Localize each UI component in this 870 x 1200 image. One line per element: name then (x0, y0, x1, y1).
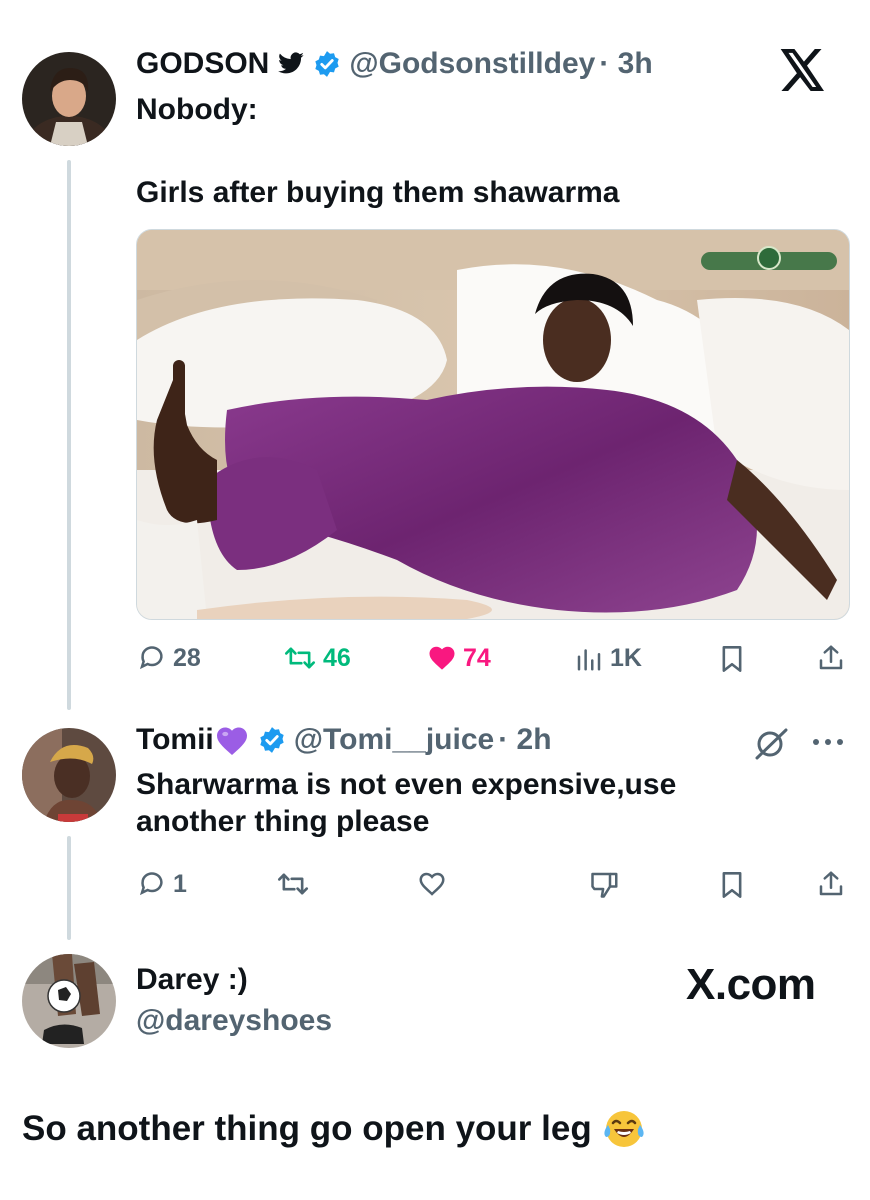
reply-bookmark-button[interactable] (719, 871, 745, 899)
avatar-godson[interactable] (22, 52, 116, 146)
grok-icon[interactable] (752, 726, 790, 760)
thread-line-2 (67, 836, 71, 940)
reply-dislike-button[interactable] (588, 869, 622, 899)
avatar-darey[interactable] (22, 954, 116, 1048)
bottom-reply-text: So another thing go open your leg (22, 1109, 592, 1148)
thread-line (67, 160, 71, 710)
x-dot-com-label: X.com (686, 960, 816, 1010)
display-name[interactable]: GODSON (136, 47, 269, 81)
views-button[interactable]: 1K (574, 643, 642, 673)
reply-reply-button[interactable]: 1 (137, 869, 187, 899)
reply-icon (139, 872, 163, 896)
reply-text: Sharwarma is not even expensive,use anot… (136, 768, 677, 838)
twitter-bird-icon (277, 52, 305, 76)
reply-timestamp[interactable]: · 2h (498, 723, 551, 757)
reply-share-button[interactable] (816, 869, 846, 899)
reply-button[interactable]: 28 (137, 643, 201, 673)
views-count: 1K (610, 643, 642, 672)
reply-reply-count: 1 (173, 869, 187, 898)
heart-outline-icon (419, 872, 445, 896)
tweet-text-line1: Nobody: (136, 93, 258, 126)
tweet-header: GODSON @Godsonstilldey · 3h (136, 47, 653, 81)
photo-scene (137, 230, 849, 619)
avatar-tomii[interactable] (22, 728, 116, 822)
bookmark-icon (722, 646, 742, 672)
purple-heart-icon (214, 723, 250, 757)
like-count: 74 (463, 643, 491, 672)
tweet-photo[interactable] (136, 229, 850, 620)
verified-badge-icon (313, 50, 341, 78)
bottom-reply-text-row: So another thing go open your leg (22, 1107, 646, 1151)
reply-count: 28 (173, 643, 201, 672)
retweet-button[interactable]: 46 (283, 643, 351, 673)
bottom-reply-display-name[interactable]: Darey :) (136, 963, 248, 997)
reply-retweet-button[interactable] (276, 869, 310, 899)
dislike-icon (591, 872, 618, 898)
reply-header: Tomii @Tomi__juice · 2h (136, 723, 552, 757)
retweet-icon (277, 873, 309, 895)
more-options-icon[interactable] (810, 735, 846, 749)
retweet-count: 46 (323, 643, 351, 672)
reply-icon (139, 646, 163, 670)
reply-display-name[interactable]: Tomii (136, 723, 214, 757)
bookmark-button[interactable] (719, 645, 745, 673)
reply-handle[interactable]: @Tomi__juice (294, 723, 494, 757)
retweet-icon (284, 647, 316, 669)
bottom-reply-handle[interactable]: @dareyshoes (136, 1004, 332, 1038)
x-brand-label: X.com (686, 960, 816, 1009)
share-button[interactable] (816, 643, 846, 673)
tweet-text-line2: Girls after buying them shawarma (136, 176, 620, 209)
reply-like-button[interactable] (417, 869, 447, 899)
x-logo-icon[interactable] (780, 49, 826, 91)
bookmark-icon (722, 872, 742, 898)
views-icon (577, 649, 601, 671)
share-icon (819, 871, 843, 896)
share-icon (819, 645, 843, 670)
like-button[interactable]: 74 (427, 643, 491, 673)
reply-verified-badge-icon (258, 726, 286, 754)
tears-of-joy-emoji-icon (602, 1107, 646, 1151)
heart-filled-icon (429, 646, 455, 670)
handle[interactable]: @Godsonstilldey (349, 47, 595, 81)
timestamp[interactable]: · 3h (599, 47, 652, 81)
